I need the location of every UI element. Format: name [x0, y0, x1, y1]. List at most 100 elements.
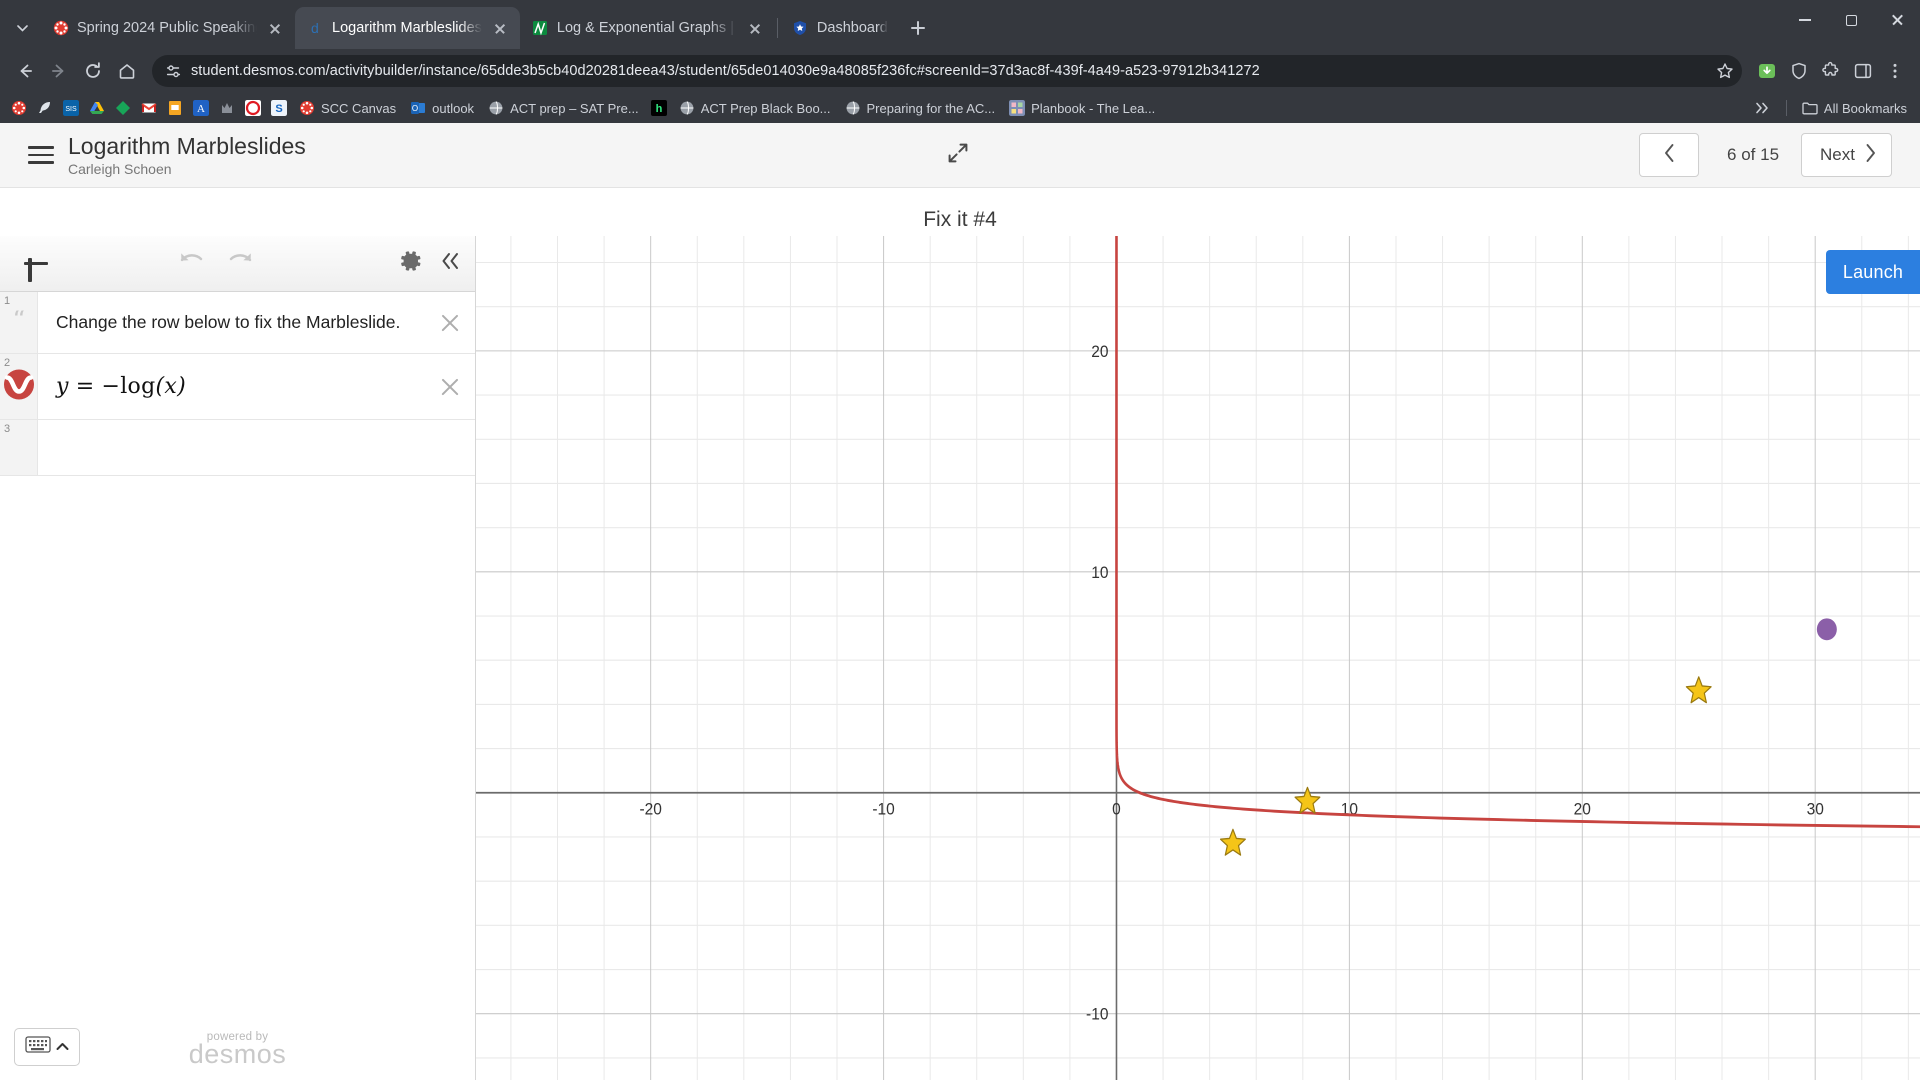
- double-chevron-left-icon[interactable]: [439, 250, 461, 277]
- close-icon[interactable]: [439, 376, 461, 398]
- bookmark-item-act-prep-black-book[interactable]: ACT Prep Black Boo...: [672, 96, 838, 120]
- plus-icon[interactable]: [18, 246, 54, 282]
- marble-icon: [1816, 618, 1837, 641]
- student-name: Carleigh Schoen: [68, 161, 172, 178]
- reload-icon[interactable]: [78, 56, 108, 86]
- graph-area[interactable]: -20 -10 0 10 20 30 20 10 -10 Launch: [476, 236, 1920, 1080]
- download-icon[interactable]: [1752, 56, 1782, 86]
- hamburger-icon[interactable]: [28, 146, 54, 164]
- graph-background: [476, 236, 1920, 1080]
- close-icon[interactable]: [745, 18, 765, 38]
- next-screen-button[interactable]: Next: [1801, 133, 1892, 177]
- bookmark-item-scc-canvas[interactable]: SCC Canvas: [292, 96, 403, 120]
- expression-row[interactable]: 1 “ Change the row below to fix the Marb…: [0, 292, 475, 354]
- shield-icon[interactable]: [1784, 56, 1814, 86]
- bookmark-item[interactable]: SIS: [58, 96, 84, 120]
- close-icon[interactable]: [490, 18, 510, 38]
- next-button-label: Next: [1820, 145, 1855, 164]
- expression-row-empty[interactable]: 3: [0, 420, 475, 476]
- browser-tab-2[interactable]: d Logarithm Marbleslides: [295, 7, 520, 49]
- new-tab-button[interactable]: [904, 14, 932, 42]
- canvas-icon: [299, 100, 315, 116]
- bookmark-item-preparing-for-the-act[interactable]: Preparing for the AC...: [838, 96, 1003, 120]
- svg-text:A: A: [197, 103, 205, 115]
- kebab-menu-icon[interactable]: [1880, 56, 1910, 86]
- tab-divider: [776, 18, 778, 38]
- arrow-left-icon[interactable]: [10, 56, 40, 86]
- browser-tabstrip-area: Spring 2024 Public Speaking (C d Logarit…: [0, 0, 1920, 49]
- math-arg: (x): [155, 374, 186, 399]
- x-tick-label: -20: [639, 800, 661, 819]
- maximize-icon[interactable]: [1828, 0, 1874, 40]
- bookmark-item[interactable]: [110, 96, 136, 120]
- bookmark-item-outlook[interactable]: Ooutlook: [403, 96, 481, 120]
- star-icon[interactable]: [1716, 62, 1734, 80]
- bookmark-label: SCC Canvas: [321, 100, 397, 116]
- bookmark-label: Preparing for the AC...: [866, 100, 996, 116]
- browser-tab-4[interactable]: Dashboard: [780, 7, 898, 49]
- activity-navigation: 6 of 15 Next: [1639, 133, 1892, 177]
- close-icon[interactable]: [1874, 0, 1920, 40]
- desmos-activity: Logarithm Marbleslides Carleigh Schoen 6…: [0, 123, 1920, 1080]
- keyboard-toggle-button[interactable]: [14, 1028, 80, 1066]
- bookmark-item[interactable]: S: [266, 96, 292, 120]
- bookmark-item[interactable]: [136, 96, 162, 120]
- y-tick-label: 10: [1091, 563, 1108, 582]
- graph-canvas[interactable]: -20 -10 0 10 20 302010-10: [476, 236, 1920, 1080]
- desmos-branding: powered by desmos: [189, 1031, 287, 1070]
- a-blue-icon: A: [193, 100, 209, 116]
- expand-arrows-icon[interactable]: [945, 140, 975, 170]
- row-number: 1: [4, 295, 11, 307]
- row-gutter: 2: [0, 354, 38, 419]
- tune-icon[interactable]: [164, 62, 182, 80]
- bookmark-item[interactable]: [162, 96, 188, 120]
- browser-tab-1[interactable]: Spring 2024 Public Speaking (C: [40, 7, 295, 49]
- bookmark-item[interactable]: [32, 96, 58, 120]
- row-body[interactable]: [38, 420, 475, 475]
- bookmark-item[interactable]: [6, 96, 32, 120]
- target-icon: [245, 100, 261, 116]
- x-tick-label: 30: [1807, 800, 1824, 819]
- bookmark-item-planbook[interactable]: Planbook - The Lea...: [1002, 96, 1162, 120]
- expression-row[interactable]: 2 y = −log(x): [0, 354, 475, 420]
- row-gutter: 3: [0, 420, 38, 475]
- row-body[interactable]: Change the row below to fix the Marblesl…: [38, 292, 475, 353]
- quote-icon: “: [6, 305, 32, 335]
- url-text: student.desmos.com/activitybuilder/insta…: [191, 63, 1260, 79]
- bookmark-label: outlook: [432, 100, 475, 116]
- sidepanel-icon[interactable]: [1848, 56, 1878, 86]
- minimize-icon[interactable]: [1782, 0, 1828, 40]
- expression-toolbar: [0, 236, 475, 292]
- close-icon[interactable]: [265, 18, 285, 38]
- red-curve-icon[interactable]: [3, 368, 35, 405]
- row-body[interactable]: y = −log(x): [38, 354, 475, 419]
- row-number: 3: [4, 423, 11, 435]
- home-icon[interactable]: [112, 56, 142, 86]
- outlook-icon: O: [410, 100, 426, 116]
- bookmark-item-act-prep-sat[interactable]: ACT prep – SAT Pre...: [481, 96, 646, 120]
- activity-header: Logarithm Marbleslides Carleigh Schoen 6…: [0, 123, 1920, 188]
- arrow-right-icon[interactable]: [44, 56, 74, 86]
- wolf-icon: [219, 100, 235, 116]
- browser-tab-3[interactable]: Log & Exponential Graphs | Des: [520, 7, 775, 49]
- bookmark-item[interactable]: A: [188, 96, 214, 120]
- close-icon[interactable]: [439, 312, 461, 334]
- bookmark-item[interactable]: [240, 96, 266, 120]
- bookmark-item[interactable]: [214, 96, 240, 120]
- tab-search-button[interactable]: [8, 14, 36, 42]
- all-bookmarks-button[interactable]: All Bookmarks: [1795, 96, 1914, 120]
- double-chevron-right-icon[interactable]: [1747, 96, 1778, 120]
- bookmark-item[interactable]: h: [646, 96, 672, 120]
- bookmark-item[interactable]: [84, 96, 110, 120]
- tabstrip: Spring 2024 Public Speaking (C d Logarit…: [0, 0, 1920, 49]
- s-blue-icon: S: [271, 100, 287, 116]
- undo-redo-group: [178, 250, 254, 277]
- launch-button[interactable]: Launch: [1826, 250, 1920, 294]
- previous-screen-button[interactable]: [1639, 133, 1700, 177]
- undo-arrow-icon[interactable]: [178, 250, 208, 277]
- redo-arrow-icon[interactable]: [224, 250, 254, 277]
- window-controls: [1782, 0, 1920, 40]
- puzzle-icon[interactable]: [1816, 56, 1846, 86]
- address-bar[interactable]: student.desmos.com/activitybuilder/insta…: [152, 55, 1742, 87]
- gear-icon[interactable]: [399, 249, 423, 278]
